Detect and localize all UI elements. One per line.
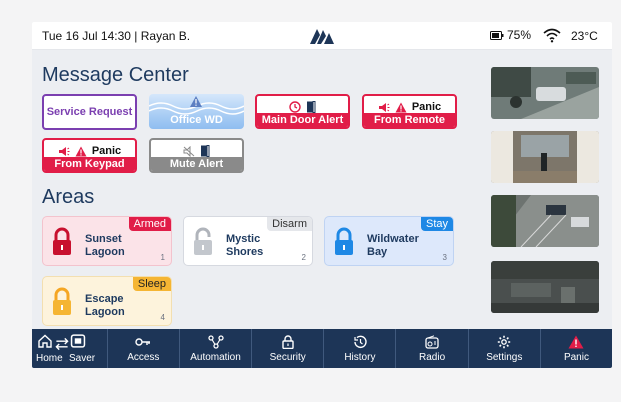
mute-alert-label: Mute Alert bbox=[151, 157, 242, 171]
siren-icon bbox=[58, 146, 70, 156]
message-tile-mute-alert[interactable]: Mute Alert bbox=[149, 138, 244, 173]
area-status-badge: Armed bbox=[128, 217, 171, 231]
area-status-badge: Stay bbox=[420, 217, 453, 231]
area-name-line2: Lagoon bbox=[85, 306, 125, 318]
message-tile-office-wd[interactable]: Office WD bbox=[149, 94, 244, 129]
nav-home-label[interactable]: Home bbox=[36, 353, 63, 364]
area-name-line1: Wildwater bbox=[367, 233, 419, 245]
battery-indicator: 75% bbox=[490, 28, 531, 42]
nav-security-label: Security bbox=[269, 351, 306, 363]
main-door-alert-label: Main Door Alert bbox=[257, 113, 348, 127]
camera-feed-2[interactable] bbox=[491, 131, 599, 183]
lock-sleep-icon bbox=[53, 287, 71, 315]
nav-panic-label: Panic bbox=[563, 351, 589, 363]
area-card-escape-lagoon[interactable]: Sleep Escape Lagoon 4 bbox=[42, 276, 172, 326]
siren-icon bbox=[378, 102, 390, 112]
area-name-line1: Escape bbox=[85, 293, 124, 305]
status-bar: Tue 16 Jul 14:30 | Rayan B. 75% 23°C bbox=[32, 22, 612, 50]
battery-level: 75% bbox=[507, 28, 532, 42]
message-tile-panic-remote[interactable]: Panic From Remote bbox=[362, 94, 457, 129]
timer-icon bbox=[289, 101, 301, 113]
panic-warning-icon bbox=[568, 335, 584, 348]
office-wd-label: Office WD bbox=[170, 114, 223, 126]
area-number: 4 bbox=[160, 313, 165, 322]
door-icon bbox=[307, 101, 316, 113]
area-name: Mystic Shores bbox=[226, 233, 263, 259]
camera-snapshot-icon bbox=[491, 261, 599, 313]
door-icon bbox=[201, 145, 210, 157]
area-name-line1: Mystic bbox=[226, 233, 261, 245]
area-name-line1: Sunset bbox=[85, 233, 122, 245]
areas-title: Areas bbox=[42, 186, 95, 208]
nav-settings[interactable]: Settings bbox=[469, 329, 541, 368]
nav-automation[interactable]: Automation bbox=[180, 329, 253, 368]
message-center-title: Message Center bbox=[42, 64, 189, 86]
area-name-line2: Lagoon bbox=[85, 246, 125, 258]
panel-screen: Tue 16 Jul 14:30 | Rayan B. 75% 23°C Mes… bbox=[32, 22, 612, 368]
nav-security[interactable]: Security bbox=[252, 329, 325, 368]
home-icon[interactable] bbox=[37, 334, 53, 348]
nav-history-label: History bbox=[344, 351, 376, 363]
area-name: Escape Lagoon bbox=[85, 293, 125, 319]
camera-feed-4[interactable] bbox=[491, 261, 599, 313]
nav-settings-label: Settings bbox=[486, 351, 523, 363]
device-frame: Tue 16 Jul 14:30 | Rayan B. 75% 23°C Mes… bbox=[0, 0, 621, 402]
from-remote-label: From Remote bbox=[364, 113, 455, 127]
service-request-label: Service Request bbox=[46, 106, 133, 118]
mute-icon bbox=[183, 145, 195, 157]
water-warning-icon bbox=[149, 96, 244, 115]
camera-snapshot-icon bbox=[491, 67, 599, 119]
nav-history[interactable]: History bbox=[324, 329, 397, 368]
camera-snapshot-icon bbox=[491, 131, 599, 183]
area-name: Sunset Lagoon bbox=[85, 233, 125, 259]
area-status-badge: Sleep bbox=[132, 277, 171, 291]
area-name-line2: Bay bbox=[367, 246, 388, 258]
swap-arrows-icon bbox=[55, 337, 69, 351]
area-card-mystic-shores[interactable]: Disarm Mystic Shores 2 bbox=[183, 216, 313, 266]
wifi-icon bbox=[543, 28, 561, 43]
bottom-nav: Home Saver Access Automation Security Hi… bbox=[32, 329, 612, 368]
camera-snapshot-icon bbox=[491, 195, 599, 247]
nav-automation-label: Automation bbox=[190, 351, 241, 363]
camera-feed-3[interactable] bbox=[491, 195, 599, 247]
camera-feed-1[interactable] bbox=[491, 67, 599, 119]
radio-icon bbox=[425, 334, 439, 349]
nav-access[interactable]: Access bbox=[108, 329, 180, 368]
warning-icon bbox=[395, 102, 407, 112]
lock-stay-icon bbox=[335, 227, 353, 255]
message-tile-panic-keypad[interactable]: Panic From Keypad bbox=[42, 138, 137, 173]
nav-saver-label[interactable]: Saver bbox=[69, 353, 95, 364]
saver-screen-icon[interactable] bbox=[70, 334, 86, 348]
gear-icon bbox=[498, 335, 511, 348]
datetime-user: Tue 16 Jul 14:30 | Rayan B. bbox=[42, 29, 191, 43]
area-card-wildwater-bay[interactable]: Stay Wildwater Bay 3 bbox=[324, 216, 454, 266]
nav-home-saver: Home Saver bbox=[32, 329, 108, 368]
from-keypad-label: From Keypad bbox=[44, 157, 135, 171]
brand-logo-icon bbox=[310, 29, 334, 44]
area-name-line2: Shores bbox=[226, 246, 264, 258]
message-tile-main-door-alert[interactable]: Main Door Alert bbox=[255, 94, 350, 129]
nav-access-label: Access bbox=[127, 351, 160, 363]
area-number: 1 bbox=[160, 253, 165, 262]
panic-keypad-title: Panic bbox=[91, 145, 122, 157]
automation-nodes-icon bbox=[207, 334, 224, 349]
nav-panic[interactable]: Panic bbox=[541, 329, 612, 368]
key-icon bbox=[135, 337, 151, 346]
area-number: 3 bbox=[442, 253, 447, 262]
battery-icon bbox=[490, 30, 504, 40]
temperature: 23°C bbox=[571, 29, 598, 43]
nav-radio[interactable]: Radio bbox=[396, 329, 469, 368]
panic-remote-title: Panic bbox=[411, 101, 442, 113]
lock-open-icon bbox=[194, 227, 212, 255]
area-name: Wildwater Bay bbox=[367, 233, 419, 259]
message-tile-service-request[interactable]: Service Request bbox=[42, 94, 137, 130]
lock-closed-icon bbox=[53, 227, 71, 255]
area-card-sunset-lagoon[interactable]: Armed Sunset Lagoon 1 bbox=[42, 216, 172, 266]
history-clock-icon bbox=[354, 335, 367, 348]
warning-icon bbox=[75, 146, 87, 156]
area-number: 2 bbox=[301, 253, 306, 262]
padlock-icon bbox=[282, 334, 294, 349]
area-status-badge: Disarm bbox=[267, 217, 312, 231]
nav-radio-label: Radio bbox=[419, 351, 446, 363]
